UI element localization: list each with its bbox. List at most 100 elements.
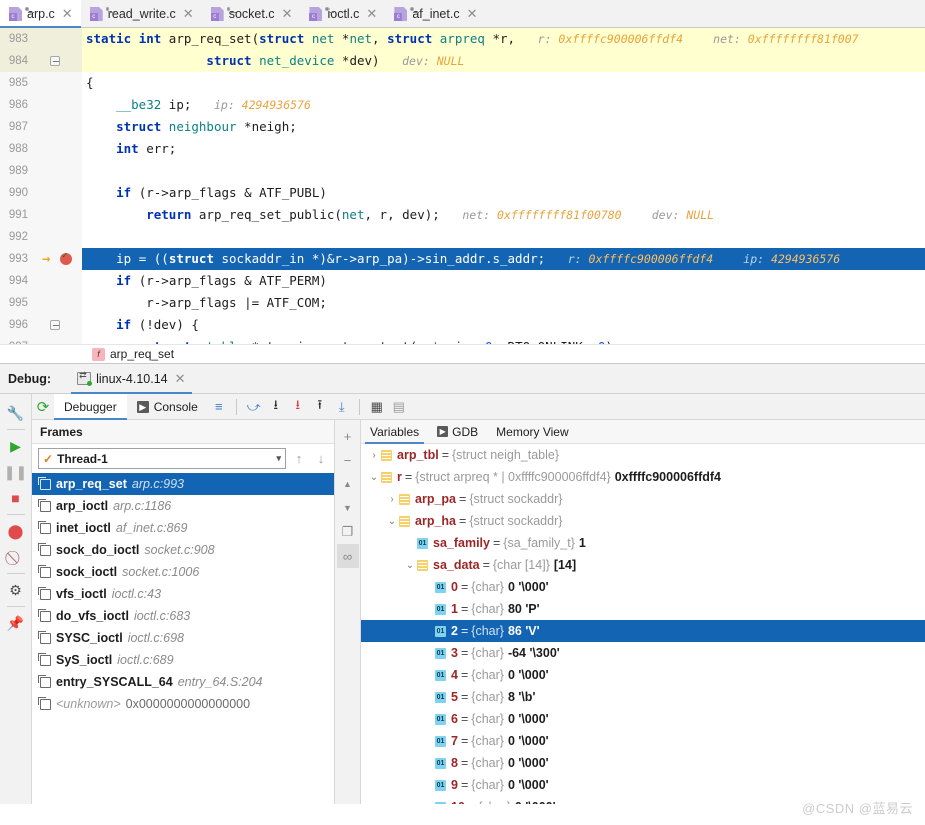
gutter-icons[interactable] (34, 226, 82, 248)
step-into-button[interactable]: ⭳ (265, 396, 287, 418)
gutter-icons[interactable] (34, 182, 82, 204)
editor-tab-af_inet-c[interactable]: c af_inet.c ✕ (385, 0, 485, 28)
code-line-983[interactable]: 983 static int arp_req_set(struct net *ne… (0, 28, 925, 50)
add-watch-button[interactable]: + (337, 424, 359, 448)
code-line-996[interactable]: 996 if (!dev) { (0, 314, 925, 336)
code-line-987[interactable]: 987 struct neighbour *neigh; (0, 116, 925, 138)
close-icon[interactable]: ✕ (364, 6, 377, 22)
run-config-tab[interactable]: linux-4.10.14 ✕ (71, 364, 193, 394)
editor-tab-ioctl-c[interactable]: c ioctl.c ✕ (300, 0, 385, 28)
tab-console[interactable]: ▶ Console (127, 394, 208, 420)
code-line-986[interactable]: 986 __be32 ip; ip: 4294936576 (0, 94, 925, 116)
gutter-icons[interactable] (34, 314, 82, 336)
code-editor[interactable]: 983 static int arp_req_set(struct net *ne… (0, 28, 925, 344)
variable-row[interactable]: ⌄ r = {struct arpreq * | 0xffffc900006ffdf4… (361, 466, 925, 488)
mute-breakpoints-icon[interactable]: ⃠ (3, 544, 29, 570)
gutter-icons[interactable] (34, 160, 82, 182)
editor-tab-read_write-c[interactable]: c read_write.c ✕ (81, 0, 202, 28)
expand-toggle-icon[interactable]: ⌄ (385, 516, 399, 527)
gutter-icons[interactable] (34, 116, 82, 138)
close-icon[interactable]: ✕ (60, 6, 73, 22)
tab-variables[interactable]: Variables (361, 420, 428, 444)
variable-row[interactable]: 01 8 = {char} 0 '\000' (361, 752, 925, 774)
tab-gdb[interactable]: ▶ GDB (428, 420, 487, 444)
code-line-993[interactable]: 993 → ip = ((struct sockaddr_in *)&r->arp… (0, 248, 925, 270)
settings-wrench-icon[interactable]: 🔧 (3, 400, 29, 426)
editor-tab-arp-c[interactable]: c arp.c ✕ (0, 0, 81, 28)
fold-icon[interactable] (50, 320, 60, 330)
gutter-icons[interactable] (34, 50, 82, 72)
expand-toggle-icon[interactable]: ⌄ (403, 560, 417, 571)
code-line-989[interactable]: 989 (0, 160, 925, 182)
close-icon[interactable]: ✕ (465, 6, 478, 22)
debug-settings-icon[interactable]: ⚙ (3, 577, 29, 603)
code-line-997[interactable]: 997 struct rtable *rt = ip_route_output(… (0, 336, 925, 344)
breadcrumb[interactable]: f arp_req_set (0, 344, 925, 364)
frame-up-button[interactable]: ↑ (290, 451, 308, 466)
variable-row[interactable]: ⌄ arp_ha = {struct sockaddr} (361, 510, 925, 532)
variable-row[interactable]: 01 2 = {char} 86 'V' (361, 620, 925, 642)
frame-item[interactable]: <unknown> 0x0000000000000000 (32, 693, 334, 715)
tab-debugger[interactable]: Debugger (54, 393, 127, 420)
frame-item[interactable]: inet_ioctl af_inet.c:869 (32, 517, 334, 539)
variable-row[interactable]: 01 5 = {char} 8 '\b' (361, 686, 925, 708)
code-line-991[interactable]: 991 return arp_req_set_public(net, r, de… (0, 204, 925, 226)
pin-tab-icon[interactable]: 📌 (3, 610, 29, 636)
variable-row[interactable]: 01 sa_family = {sa_family_t} 1 (361, 532, 925, 554)
layout-settings-icon[interactable]: ≡ (208, 396, 230, 418)
expand-toggle-icon[interactable]: › (367, 450, 381, 461)
evaluate-expression-button[interactable]: ▦ (366, 396, 388, 418)
close-icon[interactable]: ✕ (173, 371, 186, 387)
gutter-icons[interactable] (34, 72, 82, 94)
variable-row[interactable]: 01 1 = {char} 80 'P' (361, 598, 925, 620)
code-line-984[interactable]: 984 struct net_device *dev) dev: NULL (0, 50, 925, 72)
resume-program-icon[interactable]: ▶ (3, 433, 29, 459)
move-watch-down-button[interactable]: ▼ (337, 496, 359, 520)
variable-row[interactable]: › arp_pa = {struct sockaddr} (361, 488, 925, 510)
pause-program-icon[interactable]: ❚❚ (3, 459, 29, 485)
run-to-cursor-button[interactable]: ⤓ (331, 396, 353, 418)
gutter-icons[interactable] (34, 28, 82, 50)
frame-list[interactable]: arp_req_set arp.c:993 arp_ioctl arp.c:1186 i… (32, 473, 334, 804)
remove-watch-button[interactable]: − (337, 448, 359, 472)
frame-item[interactable]: sock_ioctl socket.c:1006 (32, 561, 334, 583)
variable-row[interactable]: › arp_tbl = {struct neigh_table} (361, 444, 925, 466)
close-icon[interactable]: ✕ (280, 6, 293, 22)
frame-item[interactable]: SyS_ioctl ioctl.c:689 (32, 649, 334, 671)
gutter-icons[interactable] (34, 336, 82, 344)
code-line-995[interactable]: 995 r->arp_flags |= ATF_COM; (0, 292, 925, 314)
gutter-icons[interactable] (34, 138, 82, 160)
variable-row[interactable]: 01 9 = {char} 0 '\000' (361, 774, 925, 796)
frame-item[interactable]: SYSC_ioctl ioctl.c:698 (32, 627, 334, 649)
inspect-button[interactable]: ∞ (336, 544, 359, 568)
rerun-icon[interactable]: ⟳ (32, 396, 54, 418)
force-step-into-button[interactable]: ⭳ (287, 396, 309, 418)
gutter-icons[interactable]: → (34, 248, 82, 270)
expand-toggle-icon[interactable]: ⌄ (367, 472, 381, 483)
tab-memory-view[interactable]: Memory View (487, 420, 577, 444)
frame-down-button[interactable]: ↓ (312, 451, 330, 466)
stop-program-icon[interactable]: ■ (3, 485, 29, 511)
code-line-992[interactable]: 992 (0, 226, 925, 248)
variable-row[interactable]: 01 3 = {char} -64 '\300' (361, 642, 925, 664)
close-icon[interactable]: ✕ (181, 6, 194, 22)
gutter-icons[interactable] (34, 204, 82, 226)
code-line-988[interactable]: 988 int err; (0, 138, 925, 160)
show-values-inline-button[interactable]: ▤ (388, 396, 410, 418)
variable-row[interactable]: 01 7 = {char} 0 '\000' (361, 730, 925, 752)
step-over-button[interactable]: ⤻ (243, 396, 265, 418)
gutter-icons[interactable] (34, 94, 82, 116)
fold-icon[interactable] (50, 56, 60, 66)
expand-toggle-icon[interactable]: › (385, 494, 399, 505)
variable-row[interactable]: 01 6 = {char} 0 '\000' (361, 708, 925, 730)
thread-select[interactable]: ✓ Thread-1 ▾ (38, 448, 286, 469)
breakpoint-icon[interactable] (60, 251, 72, 265)
gutter-icons[interactable] (34, 270, 82, 292)
variable-row[interactable]: 01 4 = {char} 0 '\000' (361, 664, 925, 686)
frame-item[interactable]: sock_do_ioctl socket.c:908 (32, 539, 334, 561)
frame-item[interactable]: do_vfs_ioctl ioctl.c:683 (32, 605, 334, 627)
variable-row[interactable]: ⌄ sa_data = {char [14]} [14] (361, 554, 925, 576)
code-line-985[interactable]: 985 { (0, 72, 925, 94)
view-breakpoints-icon[interactable]: ⬤ (3, 518, 29, 544)
code-line-994[interactable]: 994 if (r->arp_flags & ATF_PERM) (0, 270, 925, 292)
